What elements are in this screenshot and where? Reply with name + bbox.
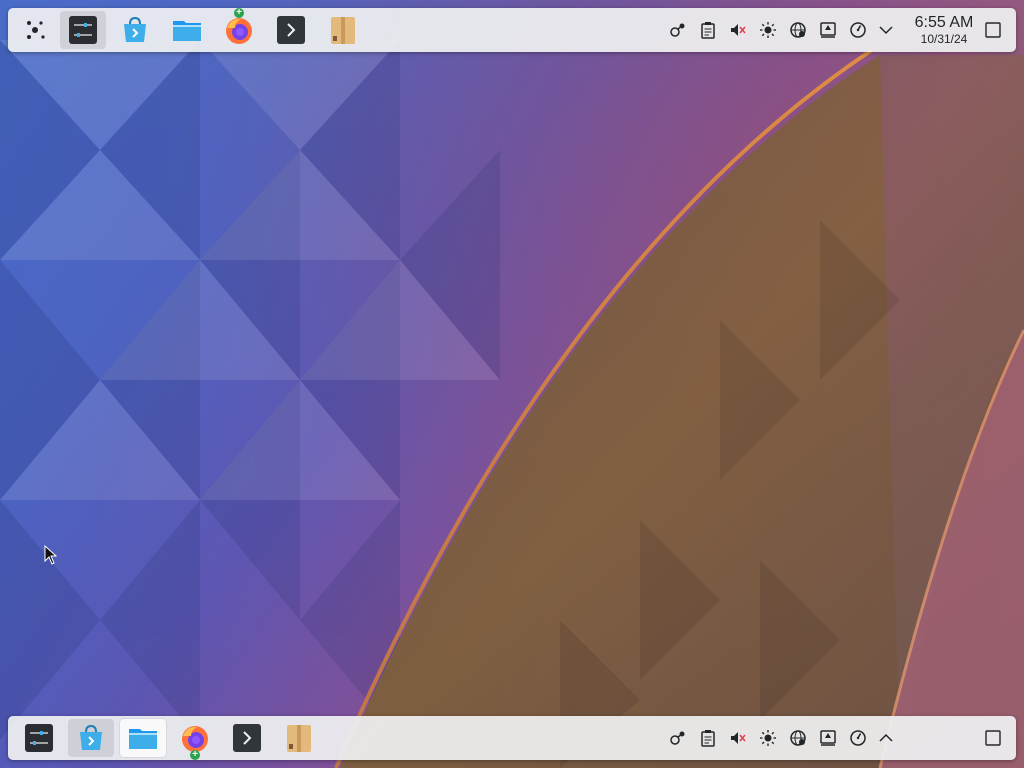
power-profile-icon	[850, 22, 866, 38]
pointer-icon	[44, 544, 58, 565]
task-firefox[interactable]: +	[216, 8, 262, 49]
tray-power-profile[interactable]	[848, 20, 868, 40]
clipboard-icon	[701, 730, 715, 747]
task-firefox[interactable]: +	[172, 719, 218, 760]
mouse-cursor	[44, 544, 58, 570]
kde-connect-icon	[670, 731, 685, 745]
firefox-badge: +	[234, 8, 244, 18]
system-settings-icon	[25, 724, 53, 752]
terminal-icon	[233, 724, 261, 752]
volume-muted-icon	[731, 732, 746, 744]
tray-expand-button[interactable]	[876, 20, 896, 40]
desktop-wallpaper[interactable]	[0, 0, 1024, 768]
top-panel: + 6:55 AM 10/31/24	[8, 8, 1016, 52]
tray-volume[interactable]	[728, 20, 748, 40]
task-discover[interactable]	[112, 11, 158, 49]
wallpaper-art	[0, 0, 1024, 768]
digital-clock[interactable]: 6:55 AM 10/31/24	[904, 14, 984, 46]
archive-package-icon	[331, 17, 355, 44]
chevron-down-icon	[879, 26, 893, 35]
discover-store-icon	[124, 16, 146, 42]
kde-connect-icon	[670, 23, 685, 37]
application-launcher-icon	[27, 21, 45, 39]
tray-clipboard[interactable]	[698, 728, 718, 748]
tray-kde-connect[interactable]	[668, 728, 688, 748]
brightness-icon	[760, 730, 776, 746]
task-system-settings[interactable]	[60, 11, 106, 49]
task-konsole[interactable]	[224, 719, 270, 757]
update-notifier-icon	[820, 730, 836, 746]
tray-updates[interactable]	[818, 728, 838, 748]
show-desktop-icon	[985, 22, 1001, 38]
clock-date: 10/31/24	[920, 32, 968, 46]
power-profile-icon	[850, 730, 866, 746]
show-desktop-button[interactable]	[984, 729, 1002, 747]
task-konsole[interactable]	[268, 11, 314, 49]
clipboard-icon	[701, 22, 715, 39]
tray-kde-connect[interactable]	[668, 20, 688, 40]
system-settings-icon	[69, 16, 97, 44]
tray-brightness[interactable]	[758, 20, 778, 40]
network-globe-icon	[790, 22, 806, 38]
firefox-badge: +	[190, 750, 200, 760]
tray-power-profile[interactable]	[848, 728, 868, 748]
task-archive[interactable]	[320, 11, 366, 49]
firefox-icon	[226, 18, 252, 44]
folder-icon	[173, 21, 201, 41]
task-discover[interactable]	[68, 719, 114, 757]
tray-volume[interactable]	[728, 728, 748, 748]
chevron-up-icon	[879, 733, 893, 742]
volume-muted-icon	[731, 24, 746, 36]
show-desktop-icon	[985, 730, 1001, 746]
brightness-icon	[760, 22, 776, 38]
network-globe-icon	[790, 730, 806, 746]
tray-clipboard[interactable]	[698, 20, 718, 40]
tray-updates[interactable]	[818, 20, 838, 40]
tray-brightness[interactable]	[758, 728, 778, 748]
task-archive[interactable]	[276, 719, 322, 757]
terminal-icon	[277, 16, 305, 44]
task-system-settings[interactable]	[16, 719, 62, 757]
clock-time: 6:55 AM	[914, 14, 974, 31]
folder-icon	[129, 729, 157, 749]
tray-expand-button[interactable]	[876, 728, 896, 748]
update-notifier-icon	[820, 22, 836, 38]
archive-package-icon	[287, 725, 311, 752]
task-dolphin[interactable]	[120, 719, 166, 757]
bottom-panel: +	[8, 716, 1016, 760]
tray-network[interactable]	[788, 20, 808, 40]
show-desktop-button[interactable]	[984, 21, 1002, 39]
application-launcher-button[interactable]	[12, 11, 58, 49]
tray-network[interactable]	[788, 728, 808, 748]
discover-store-icon	[80, 724, 102, 750]
task-dolphin[interactable]	[164, 11, 210, 49]
